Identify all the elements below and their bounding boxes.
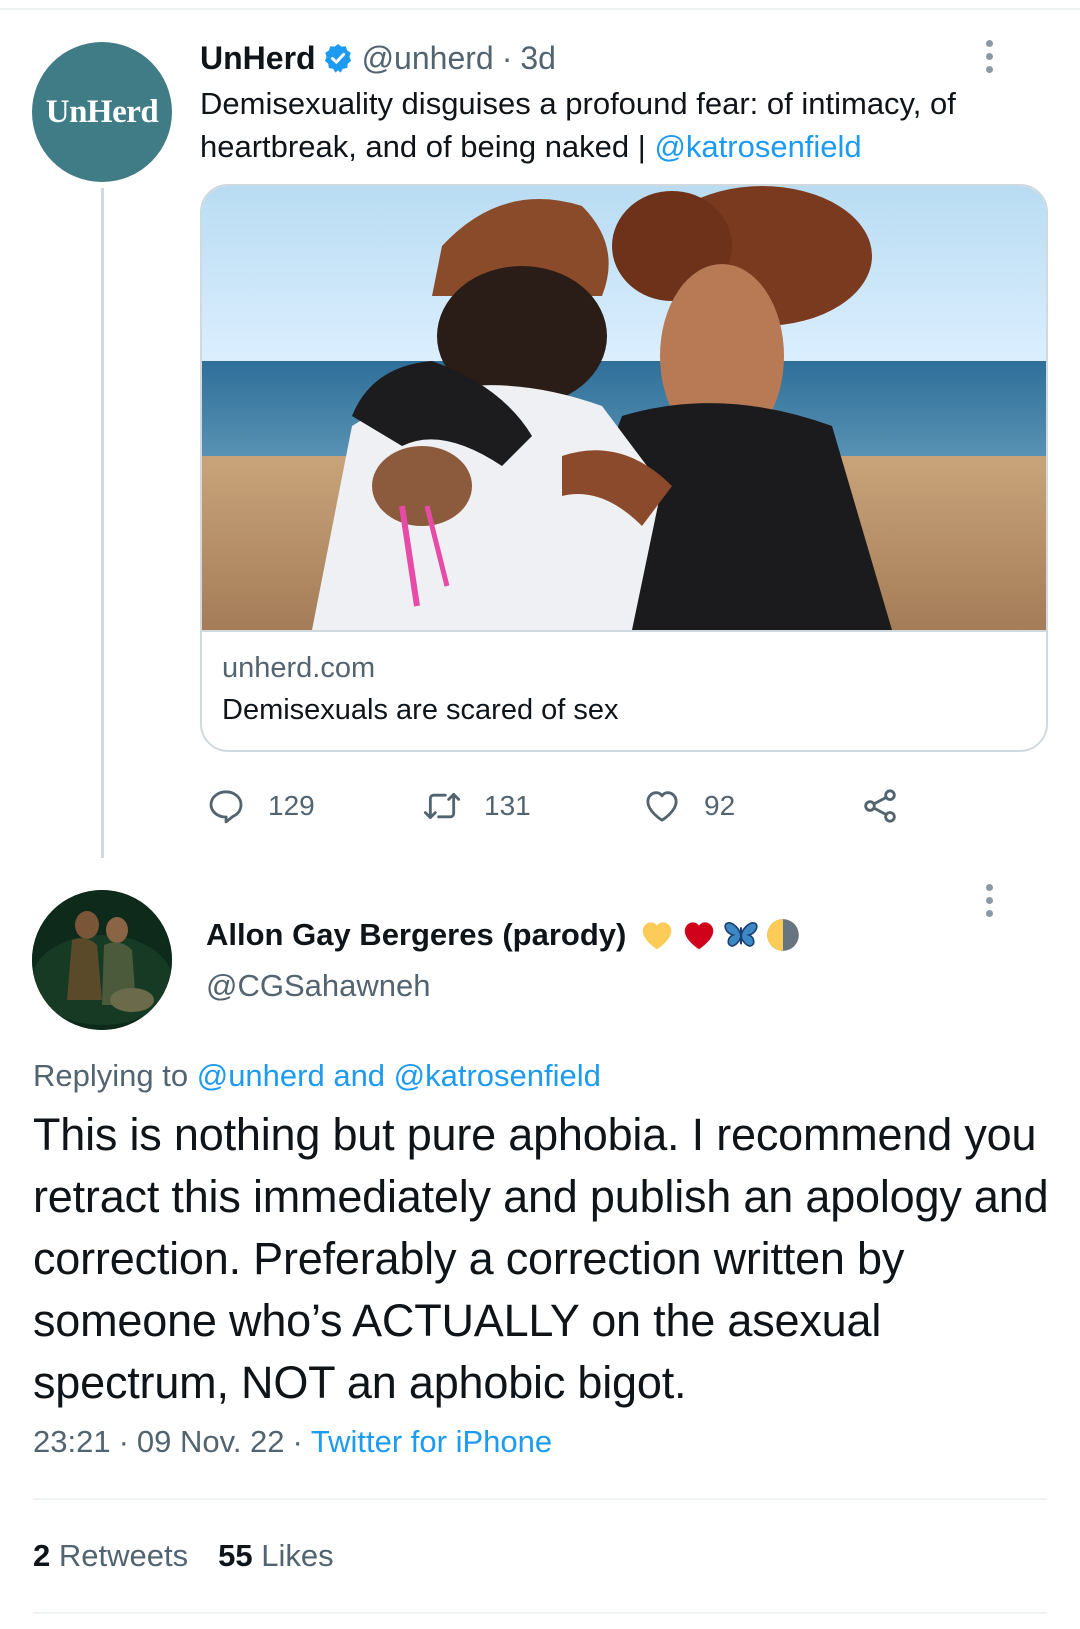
red-heart-icon — [680, 916, 718, 954]
moon-icon — [764, 916, 802, 954]
replying-to-line: Replying to @unherd and @katrosenfield — [33, 1058, 601, 1094]
retweets-label: Retweets — [58, 1538, 189, 1573]
replying-prefix: Replying to — [33, 1058, 197, 1093]
tweet2-author-name[interactable]: Allon Gay Bergeres (parody) — [206, 917, 626, 953]
tweet2-body-text: This is nothing but pure aphobia. I reco… — [33, 1109, 1049, 1408]
tweet2-source-link[interactable]: Twitter for iPhone — [311, 1424, 552, 1459]
tweet1-author-name[interactable]: UnHerd — [200, 40, 316, 77]
heart-icon — [646, 791, 678, 822]
meta-separator: · — [292, 1424, 303, 1459]
card-photo — [202, 186, 1046, 630]
mention-link[interactable]: @katrosenfield — [654, 129, 861, 164]
tweet1-timestamp[interactable]: 3d — [520, 40, 556, 77]
verified-badge-icon — [322, 42, 354, 74]
card-domain: unherd.com — [222, 652, 376, 684]
card-divider — [202, 630, 1046, 632]
likes-count: 55 — [218, 1538, 253, 1573]
butterfly-icon — [722, 916, 760, 954]
reply-icon — [209, 790, 243, 824]
tweet2-time[interactable]: 23:21 — [33, 1424, 111, 1459]
tweet1-more-icon[interactable] — [974, 36, 1004, 76]
card-title: Demisexuals are scared of sex — [222, 694, 619, 726]
retweets-count: 2 — [33, 1538, 51, 1573]
allon-avatar[interactable] — [32, 890, 172, 1030]
tweet1-text: Demisexuality disguises a profound fear:… — [200, 82, 1030, 168]
retweet-icon — [423, 792, 461, 820]
like-count: 92 — [704, 790, 736, 821]
replying-mentions-link[interactable]: @unherd and @katrosenfield — [197, 1058, 601, 1093]
retweet-count: 131 — [484, 790, 531, 821]
tweet2-stats: 2 Retweets 55 Likes — [33, 1538, 334, 1574]
likes-label: Likes — [261, 1538, 334, 1573]
tweet1-handle[interactable]: @unherd — [362, 40, 494, 77]
unherd-avatar[interactable]: UnHerd — [32, 42, 172, 182]
stats-bottom-divider — [33, 1612, 1047, 1614]
share-button[interactable] — [860, 784, 922, 828]
reply-button[interactable]: 129 — [206, 784, 315, 828]
tweet2-handle[interactable]: @CGSahawneh — [206, 968, 430, 1004]
link-preview-card[interactable]: unherd.com Demisexuals are scared of sex — [200, 184, 1048, 752]
thread-connector-line — [101, 188, 104, 858]
tweet1-header: UnHerd @unherd · 3d — [200, 36, 556, 80]
yellow-heart-icon — [638, 916, 676, 954]
top-divider — [0, 8, 1080, 10]
retweet-button[interactable]: 131 — [422, 784, 531, 828]
tweet2-author-row: Allon Gay Bergeres (parody) — [206, 912, 806, 958]
share-icon — [864, 789, 896, 823]
likes-stat[interactable]: 55 Likes — [218, 1538, 333, 1573]
tweet2-more-icon[interactable] — [974, 880, 1004, 920]
reply-count: 129 — [268, 790, 315, 821]
header-separator: · — [501, 39, 513, 76]
stats-top-divider — [33, 1498, 1047, 1500]
meta-separator: · — [118, 1424, 129, 1459]
tweet1-action-bar: 129 131 92 — [200, 784, 920, 828]
retweets-stat[interactable]: 2 Retweets — [33, 1538, 188, 1573]
like-button[interactable]: 92 — [642, 784, 735, 828]
tweet2-date[interactable]: 09 Nov. 22 — [137, 1424, 285, 1459]
avatar-logo-text: UnHerd — [45, 93, 159, 130]
tweet2-meta: 23:21 · 09 Nov. 22 · Twitter for iPhone — [33, 1424, 552, 1460]
